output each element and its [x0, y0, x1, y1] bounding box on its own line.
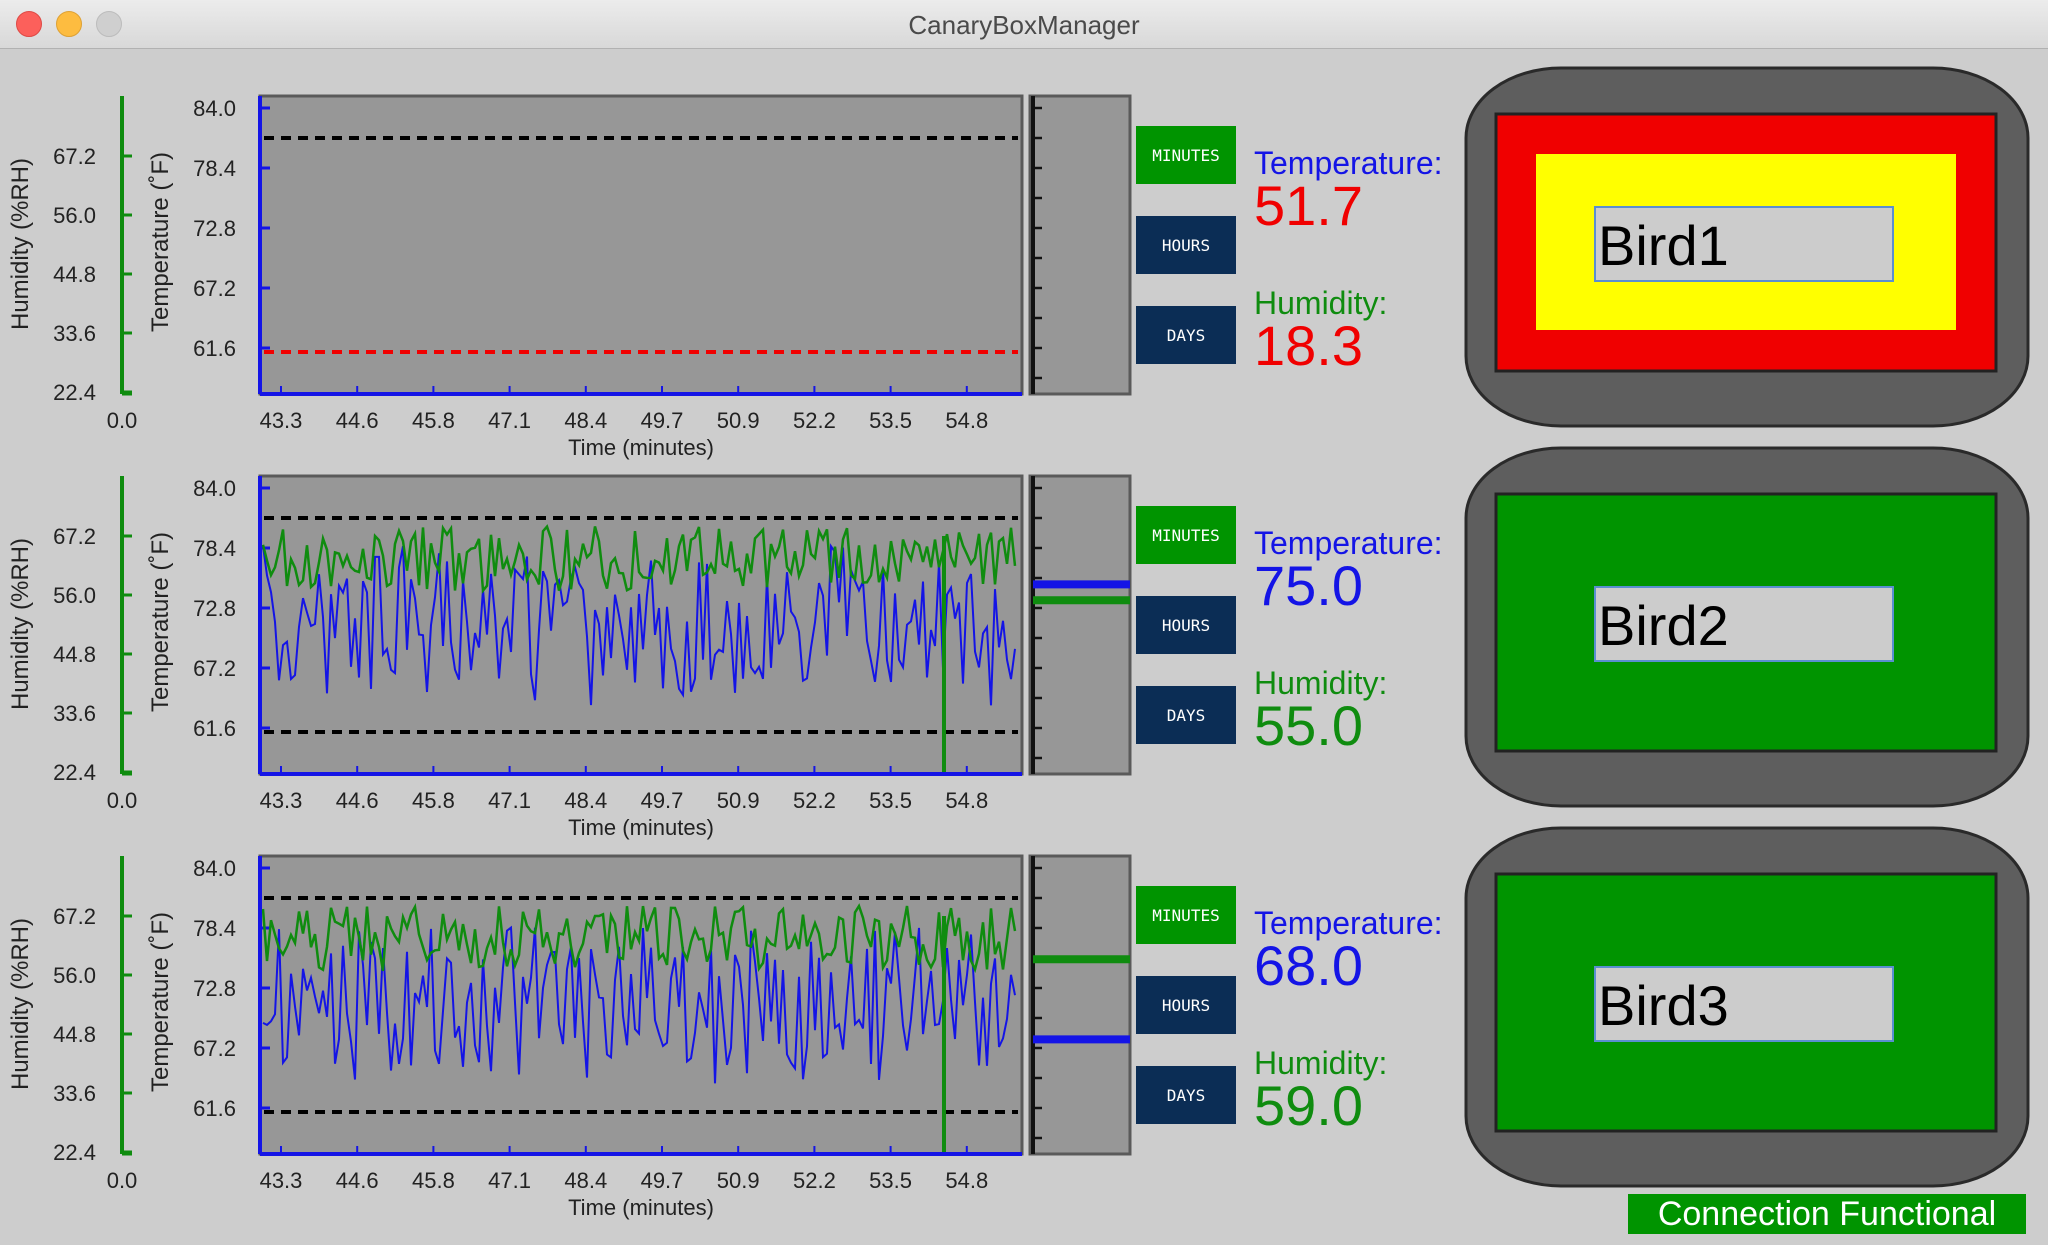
bird1-time-tick-label: 49.7	[641, 408, 684, 433]
bird2-time-tick-label: 48.4	[564, 788, 607, 813]
bird2-humidity-tick-label: 67.2	[53, 524, 96, 549]
bird2-time-tick-label: 47.1	[488, 788, 531, 813]
bird2-time-tick-label: 53.5	[869, 788, 912, 813]
bird1-humidity-tick-label: 33.6	[53, 321, 96, 346]
bird3-humidity-tick-label: 67.2	[53, 904, 96, 929]
bird2-humidity-origin-label: 0.0	[107, 788, 138, 813]
bird2-humidity-value: 55.0	[1254, 694, 1363, 757]
bird1-hours-button[interactable]: HOURS	[1136, 216, 1236, 274]
bird1-time-axis-label: Time (minutes)	[568, 435, 714, 460]
bird2-humidity-tick-label: 44.8	[53, 642, 96, 667]
bird3-humidity-origin-label: 0.0	[107, 1168, 138, 1193]
bird3-time-tick-label: 45.8	[412, 1168, 455, 1193]
bird1-humidity-axis-label: Humidity (%RH)	[7, 158, 34, 330]
bird2-temperature-tick-label: 67.2	[193, 656, 236, 681]
bird2-temperature-value: 75.0	[1254, 554, 1363, 617]
bird3-humidity-axis-label: Humidity (%RH)	[7, 918, 34, 1090]
bird1-minutes-button[interactable]: MINUTES	[1136, 126, 1236, 184]
bird2-temperature-tick-label: 84.0	[193, 476, 236, 501]
window-title: CanaryBoxManager	[908, 10, 1140, 40]
bird3-time-axis-label: Time (minutes)	[568, 1195, 714, 1220]
bird3-temperature-tick-label: 72.8	[193, 976, 236, 1001]
bird2-temperature-axis-label: Temperature (˚F)	[147, 532, 174, 712]
bird1-time-tick-label: 54.8	[945, 408, 988, 433]
bird1-time-tick-label: 48.4	[564, 408, 607, 433]
bird1-time-tick-label: 47.1	[488, 408, 531, 433]
bird1-temperature-tick-label: 61.6	[193, 336, 236, 361]
bird3-name-field[interactable]: Bird3	[1594, 966, 1894, 1042]
bird2-time-tick-label: 50.9	[717, 788, 760, 813]
bird2-current-strip	[1028, 474, 1132, 776]
bird1-time-tick-label: 45.8	[412, 408, 455, 433]
bird1-days-button[interactable]: DAYS	[1136, 306, 1236, 364]
bird1-time-tick-label: 53.5	[869, 408, 912, 433]
bird2-time-tick-label: 44.6	[336, 788, 379, 813]
bird3-temperature-tick-label: 78.4	[193, 916, 236, 941]
bird3-minutes-button[interactable]: MINUTES	[1136, 886, 1236, 944]
bird1-temperature-tick-label: 72.8	[193, 216, 236, 241]
bird2-humidity-tick-label: 56.0	[53, 583, 96, 608]
bird2-humidity-axis-label: Humidity (%RH)	[7, 538, 34, 710]
bird3-temperature-tick-label: 84.0	[193, 856, 236, 881]
bird1-humidity-tick-label: 67.2	[53, 144, 96, 169]
bird1-time-tick-label: 52.2	[793, 408, 836, 433]
bird1-humidity-value: 18.3	[1254, 314, 1363, 377]
bird2-time-tick-label: 52.2	[793, 788, 836, 813]
bird3-temperature-tick-label: 61.6	[193, 1096, 236, 1121]
bird3-time-tick-label: 49.7	[641, 1168, 684, 1193]
bird2-time-tick-label: 43.3	[260, 788, 303, 813]
bird2-name-field[interactable]: Bird2	[1594, 586, 1894, 662]
bird3-time-tick-label: 48.4	[564, 1168, 607, 1193]
bird2-time-axis-label: Time (minutes)	[568, 815, 714, 840]
bird3-time-tick-label: 47.1	[488, 1168, 531, 1193]
bird3-time-tick-label: 43.3	[260, 1168, 303, 1193]
bird3-time-tick-label: 44.6	[336, 1168, 379, 1193]
bird3-humidity-tick-label: 56.0	[53, 963, 96, 988]
bird1-temperature-axis-label: Temperature (˚F)	[147, 152, 174, 332]
bird1-time-tick-label: 50.9	[717, 408, 760, 433]
bird1-humidity-tick-label: 56.0	[53, 203, 96, 228]
bird2-days-button[interactable]: DAYS	[1136, 686, 1236, 744]
bird1-plot-area	[258, 94, 1024, 396]
bird2-hours-button[interactable]: HOURS	[1136, 596, 1236, 654]
bird3-temperature-axis-label: Temperature (˚F)	[147, 912, 174, 1092]
bird3-humidity-tick-label: 44.8	[53, 1022, 96, 1047]
bird2-humidity-tick-label: 22.4	[53, 760, 96, 785]
bird1-temperature-tick-label: 78.4	[193, 156, 236, 181]
bird1-temperature-value: 51.7	[1254, 174, 1363, 237]
bird2-time-tick-label: 54.8	[945, 788, 988, 813]
bird1-humidity-tick-label: 44.8	[53, 262, 96, 287]
bird3-time-tick-label: 53.5	[869, 1168, 912, 1193]
bird3-days-button[interactable]: DAYS	[1136, 1066, 1236, 1124]
bird2-temperature-tick-label: 72.8	[193, 596, 236, 621]
bird3-temperature-value: 68.0	[1254, 934, 1363, 997]
connection-status: Connection Functional	[1628, 1194, 2026, 1234]
bird2-temperature-tick-label: 61.6	[193, 716, 236, 741]
bird1-temperature-tick-label: 84.0	[193, 96, 236, 121]
bird3-humidity-value: 59.0	[1254, 1074, 1363, 1137]
bird3-hours-button[interactable]: HOURS	[1136, 976, 1236, 1034]
bird1-current-strip	[1028, 94, 1132, 396]
bird2-time-tick-label: 49.7	[641, 788, 684, 813]
bird3-time-tick-label: 52.2	[793, 1168, 836, 1193]
bird1-name-field[interactable]: Bird1	[1594, 206, 1894, 282]
bird3-humidity-tick-label: 33.6	[53, 1081, 96, 1106]
bird3-current-strip	[1028, 854, 1132, 1156]
bird2-temperature-tick-label: 78.4	[193, 536, 236, 561]
bird1-time-tick-label: 43.3	[260, 408, 303, 433]
bird1-time-tick-label: 44.6	[336, 408, 379, 433]
bird2-minutes-button[interactable]: MINUTES	[1136, 506, 1236, 564]
bird2-time-tick-label: 45.8	[412, 788, 455, 813]
bird1-humidity-tick-label: 22.4	[53, 380, 96, 405]
bird3-humidity-tick-label: 22.4	[53, 1140, 96, 1165]
bird2-humidity-tick-label: 33.6	[53, 701, 96, 726]
bird3-temperature-tick-label: 67.2	[193, 1036, 236, 1061]
bird3-time-tick-label: 50.9	[717, 1168, 760, 1193]
bird1-temperature-tick-label: 67.2	[193, 276, 236, 301]
bird1-humidity-origin-label: 0.0	[107, 408, 138, 433]
title-bar: CanaryBoxManager	[0, 0, 2048, 49]
bird3-time-tick-label: 54.8	[945, 1168, 988, 1193]
